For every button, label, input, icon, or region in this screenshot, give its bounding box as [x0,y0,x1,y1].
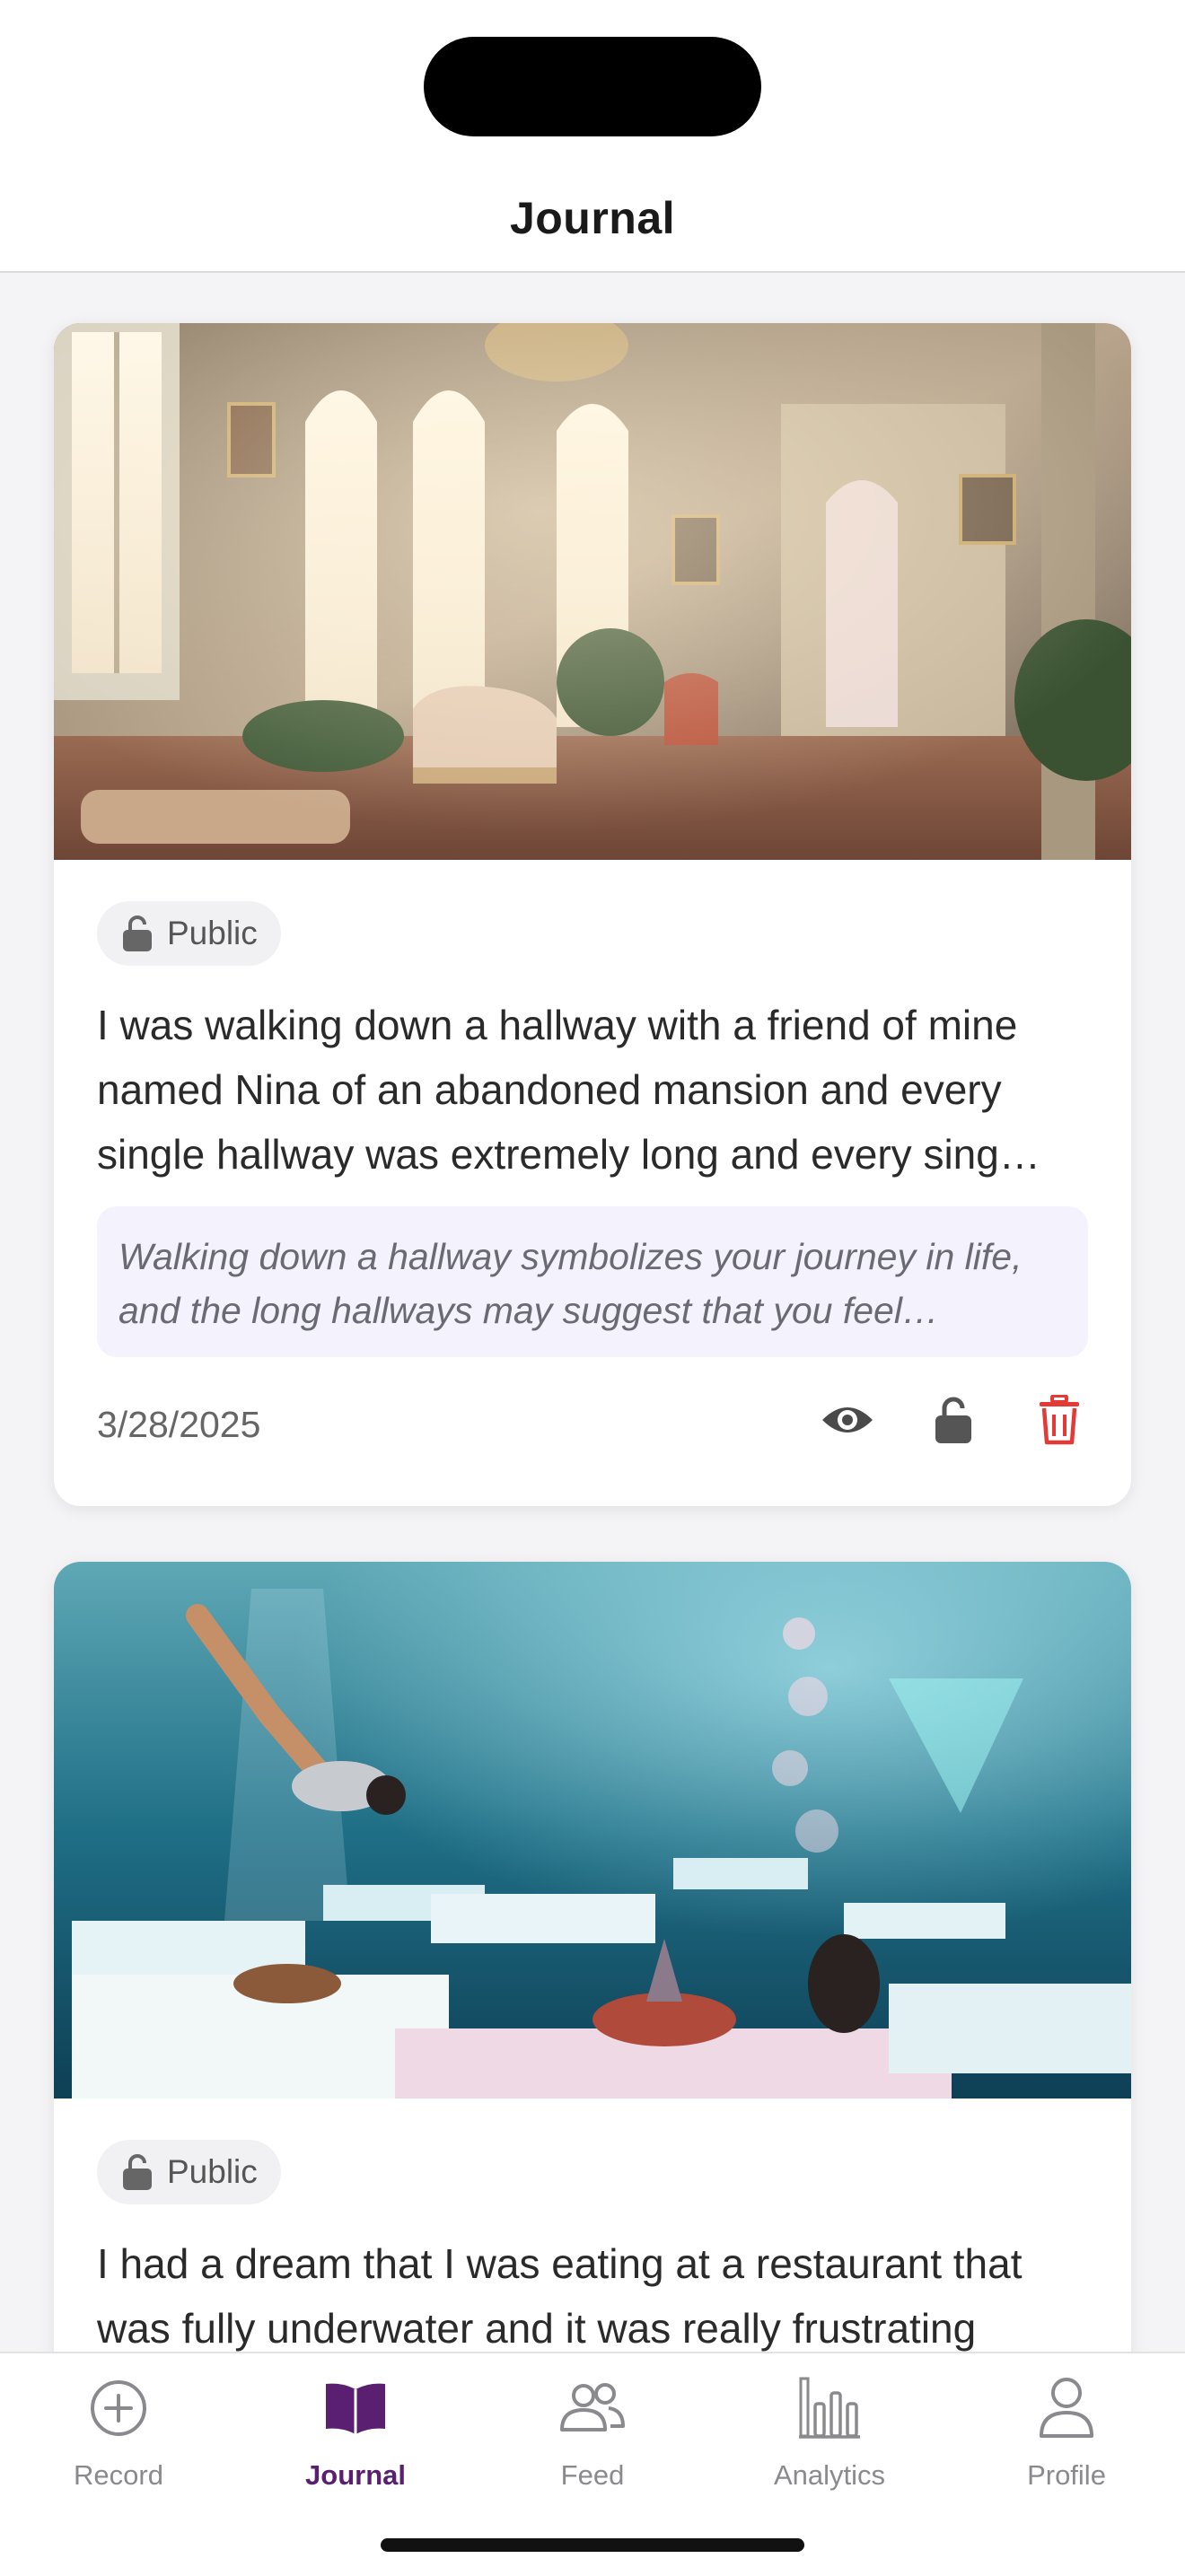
bar-chart-icon [799,2377,860,2439]
tab-record[interactable]: Record [0,2370,237,2492]
unlock-icon [123,916,152,951]
entry-image[interactable] [54,323,1131,860]
person-icon [1040,2378,1093,2438]
tab-analytics[interactable]: Analytics [711,2370,948,2492]
entry-image[interactable] [54,1562,1131,2098]
tab-label: Profile [1027,2459,1106,2491]
entry-text[interactable]: I had a dream that I was eating at a res… [97,2231,1088,2352]
dynamic-island [424,37,761,136]
underwater-restaurant-illustration [54,1562,1131,2098]
tab-label: Feed [560,2459,625,2491]
unlock-icon [123,2154,152,2190]
visibility-label: Public [167,915,258,951]
page-title: Journal [509,193,676,243]
users-icon [560,2383,625,2431]
entry-text[interactable]: I was walking down a hallway with a frie… [97,993,1088,1187]
journal-feed[interactable]: Public I was walking down a hallway with… [0,273,1185,2352]
interpretation-text: Walking down a hallway symbolizes your j… [118,1236,1023,1331]
mansion-hallway-illustration [54,323,1131,860]
visibility-badge: Public [97,2140,281,2204]
journal-entry-card[interactable]: Public I had a dream that I was eating a… [54,1562,1131,2352]
entry-date: 3/28/2025 [97,1404,261,1445]
journal-entry-card[interactable]: Public I was walking down a hallway with… [54,323,1131,1506]
visibility-toggle-button[interactable] [923,1389,984,1450]
plus-circle-icon [91,2380,146,2436]
navigation-header: Journal [0,171,1185,273]
tab-label: Journal [305,2459,406,2491]
eye-icon [822,1407,873,1433]
tab-journal[interactable]: Journal [237,2370,474,2492]
visibility-badge: Public [97,901,281,966]
home-indicator [381,2538,804,2552]
book-icon [326,2383,385,2434]
tab-label: Analytics [773,2459,886,2491]
interpretation-box: Walking down a hallway symbolizes your j… [97,1206,1088,1357]
tab-label: Record [74,2459,163,2491]
delete-button[interactable] [1029,1389,1090,1450]
entry-actions [772,1389,1090,1450]
trash-icon [1040,1395,1079,1445]
unlock-icon [935,1397,971,1443]
status-bar [0,0,1185,171]
visibility-label: Public [167,2153,258,2190]
tab-profile[interactable]: Profile [948,2370,1185,2492]
tab-feed[interactable]: Feed [474,2370,711,2492]
view-button[interactable] [817,1389,878,1450]
